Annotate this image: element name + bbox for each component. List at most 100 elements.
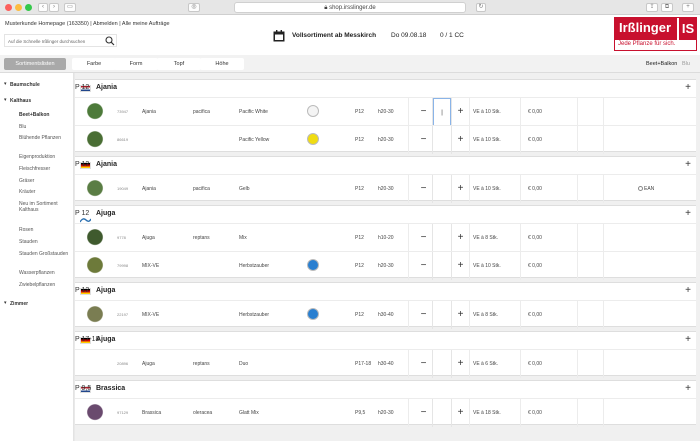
sidebar-item[interactable]: Kalthaus xyxy=(10,98,68,104)
sidebar-item[interactable]: Kräuter xyxy=(19,189,77,195)
product-image[interactable] xyxy=(86,306,104,324)
search-input[interactable]: Auf die Schnelle Irßlinger durchsuchen xyxy=(8,39,85,44)
decrease-quantity-button[interactable]: − xyxy=(415,350,433,378)
group-header[interactable]: Brassica P 9,5 + xyxy=(75,381,696,398)
expand-group-icon[interactable]: + xyxy=(685,82,691,93)
increase-quantity-button[interactable]: + xyxy=(451,126,469,154)
decrease-quantity-button[interactable]: − xyxy=(415,175,433,203)
quantity-input[interactable]: | xyxy=(433,98,451,126)
minimize-window-icon[interactable] xyxy=(15,4,22,11)
tab-sortimentslisten[interactable]: Sortimentslisten xyxy=(4,58,66,70)
group-name: Brassica xyxy=(96,385,126,392)
decrease-quantity-button[interactable]: − xyxy=(415,252,433,280)
reader-icon[interactable]: ◎ xyxy=(188,3,200,12)
back-icon[interactable]: ‹ xyxy=(38,3,48,12)
product-image[interactable] xyxy=(86,257,104,275)
group-header[interactable]: Ajuga P 12 + xyxy=(75,206,696,223)
increase-quantity-button[interactable]: + xyxy=(451,301,469,329)
column-divider xyxy=(408,175,409,203)
column-divider xyxy=(577,399,578,427)
chevron-down-icon[interactable]: ▾ xyxy=(4,81,7,87)
tab-farbe[interactable]: Farbe xyxy=(72,58,116,70)
quantity-input[interactable] xyxy=(433,175,451,203)
increase-quantity-button[interactable]: + xyxy=(451,175,469,203)
expand-group-icon[interactable]: + xyxy=(685,334,691,345)
search-box[interactable]: Auf die Schnelle Irßlinger durchsuchen xyxy=(4,34,117,47)
sidebar-item[interactable]: Neu im Sortiment Kalthaus xyxy=(19,201,77,213)
calendar-icon[interactable] xyxy=(273,30,285,42)
address-bar[interactable]: 🔒︎ shop.irsslinger.de xyxy=(234,2,466,13)
active-category[interactable]: Beet+Balkon xyxy=(646,61,677,67)
increase-quantity-button[interactable]: + xyxy=(451,350,469,378)
checkbox-icon[interactable] xyxy=(638,186,643,192)
share-icon[interactable]: ⇪ xyxy=(646,3,658,12)
sidebar-item[interactable]: Beet+Balkon xyxy=(19,112,77,118)
sidebar-item[interactable]: Gräser xyxy=(19,178,77,184)
chevron-down-icon[interactable]: ▾ xyxy=(4,97,7,103)
group-header[interactable]: Ajuga P 17-18 + xyxy=(75,332,696,349)
sidebar-item[interactable]: Stauden xyxy=(19,239,77,245)
decrease-quantity-button[interactable]: − xyxy=(415,224,433,252)
product-image[interactable] xyxy=(86,180,104,198)
decrease-quantity-button[interactable]: − xyxy=(415,301,433,329)
increase-quantity-button[interactable]: + xyxy=(451,224,469,252)
increase-quantity-button[interactable]: + xyxy=(451,399,469,427)
new-tab-icon[interactable]: + xyxy=(682,3,694,12)
color-swatch xyxy=(307,105,319,117)
increase-quantity-button[interactable]: + xyxy=(451,98,469,126)
search-icon[interactable] xyxy=(105,36,115,46)
group-header[interactable]: Ajania P 12 + xyxy=(75,80,696,97)
sidebar-item[interactable]: Rosen xyxy=(19,227,77,233)
quantity-input[interactable] xyxy=(433,126,451,154)
account-links[interactable]: Musterkunde Homepage (163350) | Abmelden… xyxy=(5,21,170,27)
site-header: Musterkunde Homepage (163350) | Abmelden… xyxy=(0,15,700,55)
increase-quantity-button[interactable]: + xyxy=(451,252,469,280)
sidebar-item[interactable]: Baumschule xyxy=(10,82,68,88)
tabs-icon[interactable]: ⧉ xyxy=(661,3,673,12)
column-divider xyxy=(603,399,604,427)
zoom-window-icon[interactable] xyxy=(25,4,32,11)
reload-icon[interactable]: ↻ xyxy=(476,3,486,12)
product-image[interactable] xyxy=(86,131,104,149)
group-header[interactable]: Ajuga P 12 + xyxy=(75,283,696,300)
quantity-input[interactable] xyxy=(433,301,451,329)
sidebar-item[interactable]: Wasserpflanzen xyxy=(19,270,77,276)
tab-form[interactable]: Form xyxy=(114,58,158,70)
sidebar-item[interactable]: Eigenproduktion xyxy=(19,154,77,160)
sidebar-item[interactable]: Stauden Großstauden xyxy=(19,251,77,257)
sidebar-item[interactable]: Zwiebelpflanzen xyxy=(19,282,77,288)
decrease-quantity-button[interactable]: − xyxy=(415,126,433,154)
quantity-input[interactable] xyxy=(433,224,451,252)
tab-hoehe[interactable]: Höhe xyxy=(200,58,244,70)
sidebar-item[interactable]: Blu xyxy=(19,124,77,130)
column-divider xyxy=(408,126,409,154)
active-subcategory[interactable]: Blu xyxy=(682,61,690,67)
group-header[interactable]: Ajania P 12 + xyxy=(75,157,696,174)
product-image[interactable] xyxy=(86,103,104,121)
group-name: Ajania xyxy=(96,84,118,91)
ean-checkbox[interactable]: EAN xyxy=(638,186,654,192)
expand-group-icon[interactable]: + xyxy=(685,159,691,170)
quantity-input[interactable] xyxy=(433,399,451,427)
expand-group-icon[interactable]: + xyxy=(685,383,691,394)
tab-topf[interactable]: Topf xyxy=(157,58,201,70)
sidebar-toggle-icon[interactable]: ▭ xyxy=(64,3,76,12)
quantity-input[interactable] xyxy=(433,252,451,280)
assortment-label[interactable]: Vollsortiment ab Messkirch xyxy=(292,32,376,39)
sidebar-item[interactable]: Blühende Pflanzen xyxy=(19,135,77,141)
expand-group-icon[interactable]: + xyxy=(685,285,691,296)
chevron-down-icon[interactable]: ▾ xyxy=(4,300,7,306)
close-window-icon[interactable] xyxy=(5,4,12,11)
column-divider xyxy=(577,224,578,252)
product-row: 19049 Ajania pacifica Gelb P12 h20-30 − + VE à 1… xyxy=(75,174,696,203)
product-image[interactable] xyxy=(86,229,104,247)
decrease-quantity-button[interactable]: − xyxy=(415,399,433,427)
product-image[interactable] xyxy=(86,404,104,422)
sidebar-item[interactable]: Zimmer xyxy=(10,301,68,307)
decrease-quantity-button[interactable]: − xyxy=(415,98,433,126)
forward-icon[interactable]: › xyxy=(49,3,59,12)
expand-group-icon[interactable]: + xyxy=(685,208,691,219)
brand-logo[interactable]: Irßlinger IS Jede Pflanze für sich. xyxy=(614,17,697,51)
quantity-input[interactable] xyxy=(433,350,451,378)
sidebar-item[interactable]: Fleischfresser xyxy=(19,166,77,172)
